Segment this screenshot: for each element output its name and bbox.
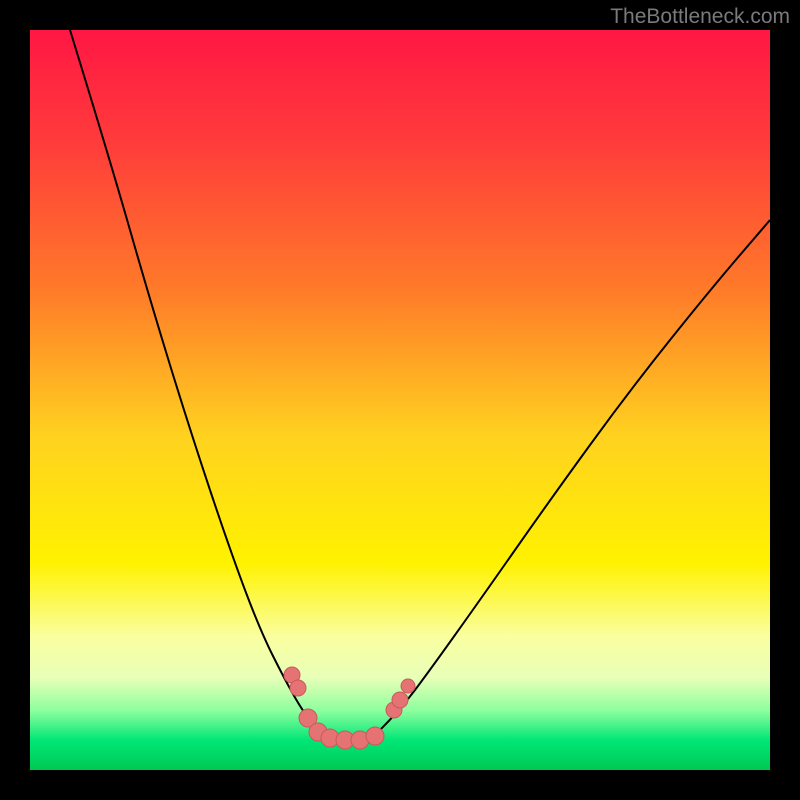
- marker-dot: [366, 727, 384, 745]
- marker-dot: [290, 680, 306, 696]
- markers-group: [284, 667, 415, 749]
- marker-dot: [392, 692, 408, 708]
- watermark-text: TheBottleneck.com: [610, 5, 790, 29]
- curves-layer: [30, 30, 770, 770]
- left-curve: [70, 30, 328, 735]
- right-curve: [380, 220, 770, 730]
- chart-area: [30, 30, 770, 770]
- marker-dot: [401, 679, 415, 693]
